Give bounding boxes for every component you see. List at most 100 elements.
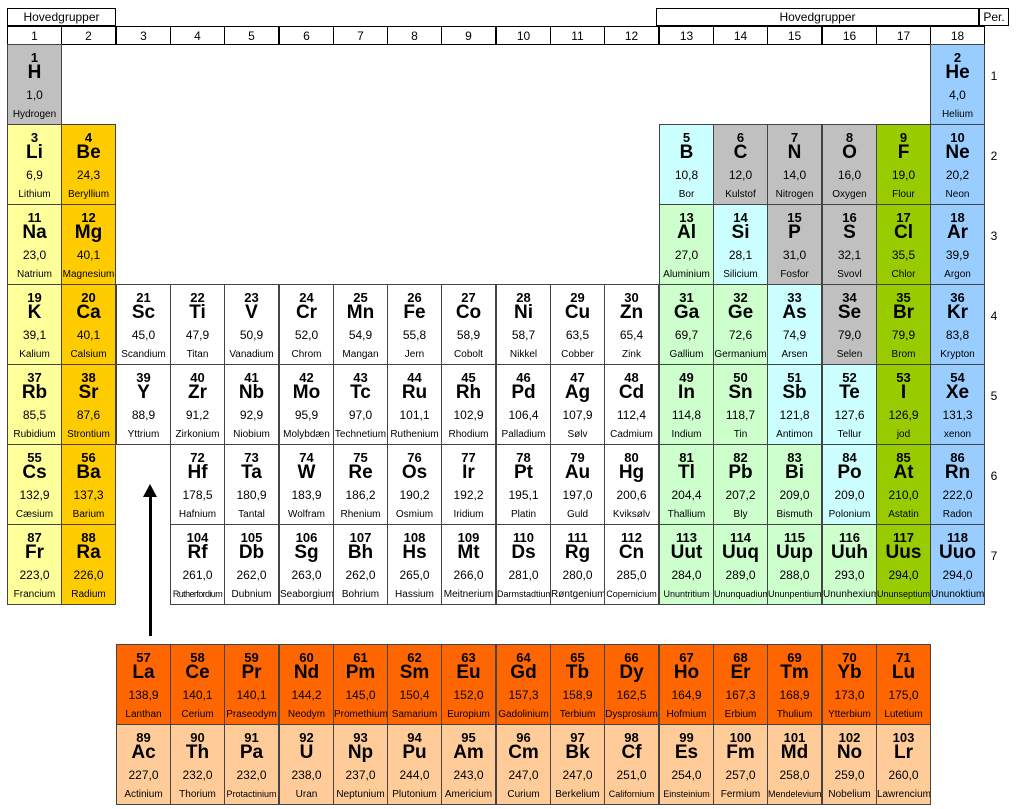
element-cell: 87 Fr 223,0 Francium bbox=[7, 524, 62, 605]
atomic-mass: 27,0 bbox=[674, 248, 699, 262]
element-cell: 21 Sc 45,0 Scandium bbox=[116, 284, 171, 365]
atomic-mass: 164,9 bbox=[671, 688, 702, 702]
element-cell: 29 Cu 63,5 Cobber bbox=[550, 284, 605, 365]
element-symbol: Sg bbox=[294, 542, 319, 563]
atomic-mass: 247,0 bbox=[508, 768, 539, 782]
element-cell: 50 Sn 118,7 Tin bbox=[713, 364, 768, 445]
element-symbol: Fr bbox=[25, 542, 44, 563]
lanthanide-pointer-arrow bbox=[149, 495, 152, 636]
element-symbol: Uuq bbox=[722, 542, 759, 563]
atomic-mass: 1,0 bbox=[26, 88, 43, 102]
element-name: Uran bbox=[295, 789, 318, 800]
group-number: 6 bbox=[279, 26, 334, 45]
element-cell: 54 Xe 131,3 xenon bbox=[930, 364, 985, 445]
element-name: Beryllium bbox=[67, 189, 110, 200]
element-symbol: F bbox=[897, 142, 910, 163]
atomic-mass: 23,0 bbox=[22, 248, 47, 262]
atomic-mass: 210,0 bbox=[888, 488, 919, 502]
element-symbol: Sc bbox=[131, 302, 156, 323]
element-cell: 101 Md 258,0 Mendelevium bbox=[767, 724, 822, 805]
element-name: Seaborgium bbox=[280, 589, 334, 600]
element-name: Chlor bbox=[891, 269, 916, 280]
atomic-mass: 238,0 bbox=[291, 768, 322, 782]
element-cell: 16 S 32,1 Svovl bbox=[822, 204, 877, 285]
element-name: Osmium bbox=[395, 509, 434, 520]
element-cell: 42 Mo 95,9 Molybdæn bbox=[279, 364, 334, 445]
element-symbol: Ni bbox=[514, 302, 533, 323]
atomic-mass: 12,0 bbox=[728, 168, 753, 182]
element-cell: 82 Pb 207,2 Bly bbox=[713, 444, 768, 525]
group-number: 2 bbox=[61, 26, 116, 45]
element-cell: 111 Rg 280,0 Røntgenium bbox=[550, 524, 605, 605]
group-number: 1 bbox=[7, 26, 62, 45]
element-name: Americium bbox=[444, 789, 493, 800]
element-cell: 43 Tc 97,0 Technetium bbox=[333, 364, 388, 445]
element-symbol: Bh bbox=[347, 542, 374, 563]
atomic-mass: 97,0 bbox=[348, 408, 373, 422]
element-name: Bismuth bbox=[776, 509, 813, 520]
element-symbol: Ru bbox=[401, 382, 428, 403]
element-cell: 73 Ta 180,9 Tantal bbox=[224, 444, 279, 525]
element-cell: 36 Kr 83,8 Krypton bbox=[930, 284, 985, 365]
element-cell: 5 B 10,8 Bor bbox=[659, 124, 714, 205]
element-cell: 12 Mg 40,1 Magnesium bbox=[61, 204, 116, 285]
atomic-mass: 247,0 bbox=[562, 768, 593, 782]
atomic-mass: 50,9 bbox=[239, 328, 264, 342]
element-cell: 13 Al 27,0 Aluminium bbox=[659, 204, 714, 285]
element-symbol: Cl bbox=[894, 222, 913, 243]
element-cell: 28 Ni 58,7 Nikkel bbox=[496, 284, 551, 365]
element-cell: 23 V 50,9 Vanadium bbox=[224, 284, 279, 365]
element-symbol: Ra bbox=[76, 542, 101, 563]
element-name: Chrom bbox=[291, 349, 322, 360]
element-symbol: Na bbox=[22, 222, 47, 243]
element-name: Zirkonium bbox=[175, 429, 220, 440]
element-cell: 65 Tb 158,9 Terbium bbox=[550, 644, 605, 725]
element-cell: 22 Ti 47,9 Titan bbox=[170, 284, 225, 365]
atomic-mass: 121,8 bbox=[779, 408, 810, 422]
element-name: Gallium bbox=[669, 349, 704, 360]
element-cell: 71 Lu 175,0 Lutetium bbox=[876, 644, 931, 725]
element-symbol: Hs bbox=[402, 542, 427, 563]
atomic-mass: 35,5 bbox=[891, 248, 916, 262]
element-name: Hafnium bbox=[178, 509, 217, 520]
element-name: Selen bbox=[836, 349, 863, 360]
element-symbol: Tl bbox=[678, 462, 695, 483]
element-name: Antimon bbox=[776, 429, 813, 440]
element-symbol: Np bbox=[347, 742, 374, 763]
element-cell: 81 Tl 204,4 Thallium bbox=[659, 444, 714, 525]
element-cell: 59 Pr 140,1 Praseodym bbox=[224, 644, 279, 725]
element-name: Jern bbox=[404, 349, 425, 360]
atomic-mass: 6,9 bbox=[26, 168, 43, 182]
atomic-mass: 28,1 bbox=[728, 248, 753, 262]
element-symbol: Ac bbox=[131, 742, 156, 763]
atomic-mass: 190,2 bbox=[399, 488, 430, 502]
atomic-mass: 40,1 bbox=[76, 328, 101, 342]
atomic-mass: 118,7 bbox=[725, 408, 756, 422]
atomic-mass: 91,2 bbox=[185, 408, 210, 422]
element-name: Barium bbox=[72, 509, 105, 520]
element-name: Argon bbox=[944, 269, 971, 280]
element-symbol: Uuo bbox=[939, 542, 976, 563]
element-cell: 19 K 39,1 Kalium bbox=[7, 284, 62, 365]
element-symbol: Bk bbox=[565, 742, 590, 763]
element-cell: 53 I 126,9 jod bbox=[876, 364, 931, 445]
element-symbol: As bbox=[782, 302, 807, 323]
element-name: Cobolt bbox=[454, 349, 483, 360]
element-cell: 102 No 259,0 Nobelium bbox=[822, 724, 877, 805]
atomic-mass: 222,0 bbox=[942, 488, 973, 502]
atomic-mass: 140,1 bbox=[182, 688, 213, 702]
atomic-mass: 47,9 bbox=[185, 328, 210, 342]
atomic-mass: 107,9 bbox=[562, 408, 593, 422]
element-cell: 95 Am 243,0 Americium bbox=[441, 724, 496, 805]
atomic-mass: 45,0 bbox=[131, 328, 156, 342]
atomic-mass: 24,3 bbox=[76, 168, 101, 182]
element-name: Bor bbox=[678, 189, 695, 200]
element-cell: 86 Rn 222,0 Radon bbox=[930, 444, 985, 525]
element-cell: 69 Tm 168,9 Thulium bbox=[767, 644, 822, 725]
element-cell: 89 Ac 227,0 Actinium bbox=[116, 724, 171, 805]
atomic-mass: 16,0 bbox=[837, 168, 862, 182]
element-symbol: Ne bbox=[945, 142, 970, 163]
atomic-mass: 183,9 bbox=[291, 488, 322, 502]
element-cell: 37 Rb 85,5 Rubidium bbox=[7, 364, 62, 445]
element-symbol: Bi bbox=[785, 462, 804, 483]
